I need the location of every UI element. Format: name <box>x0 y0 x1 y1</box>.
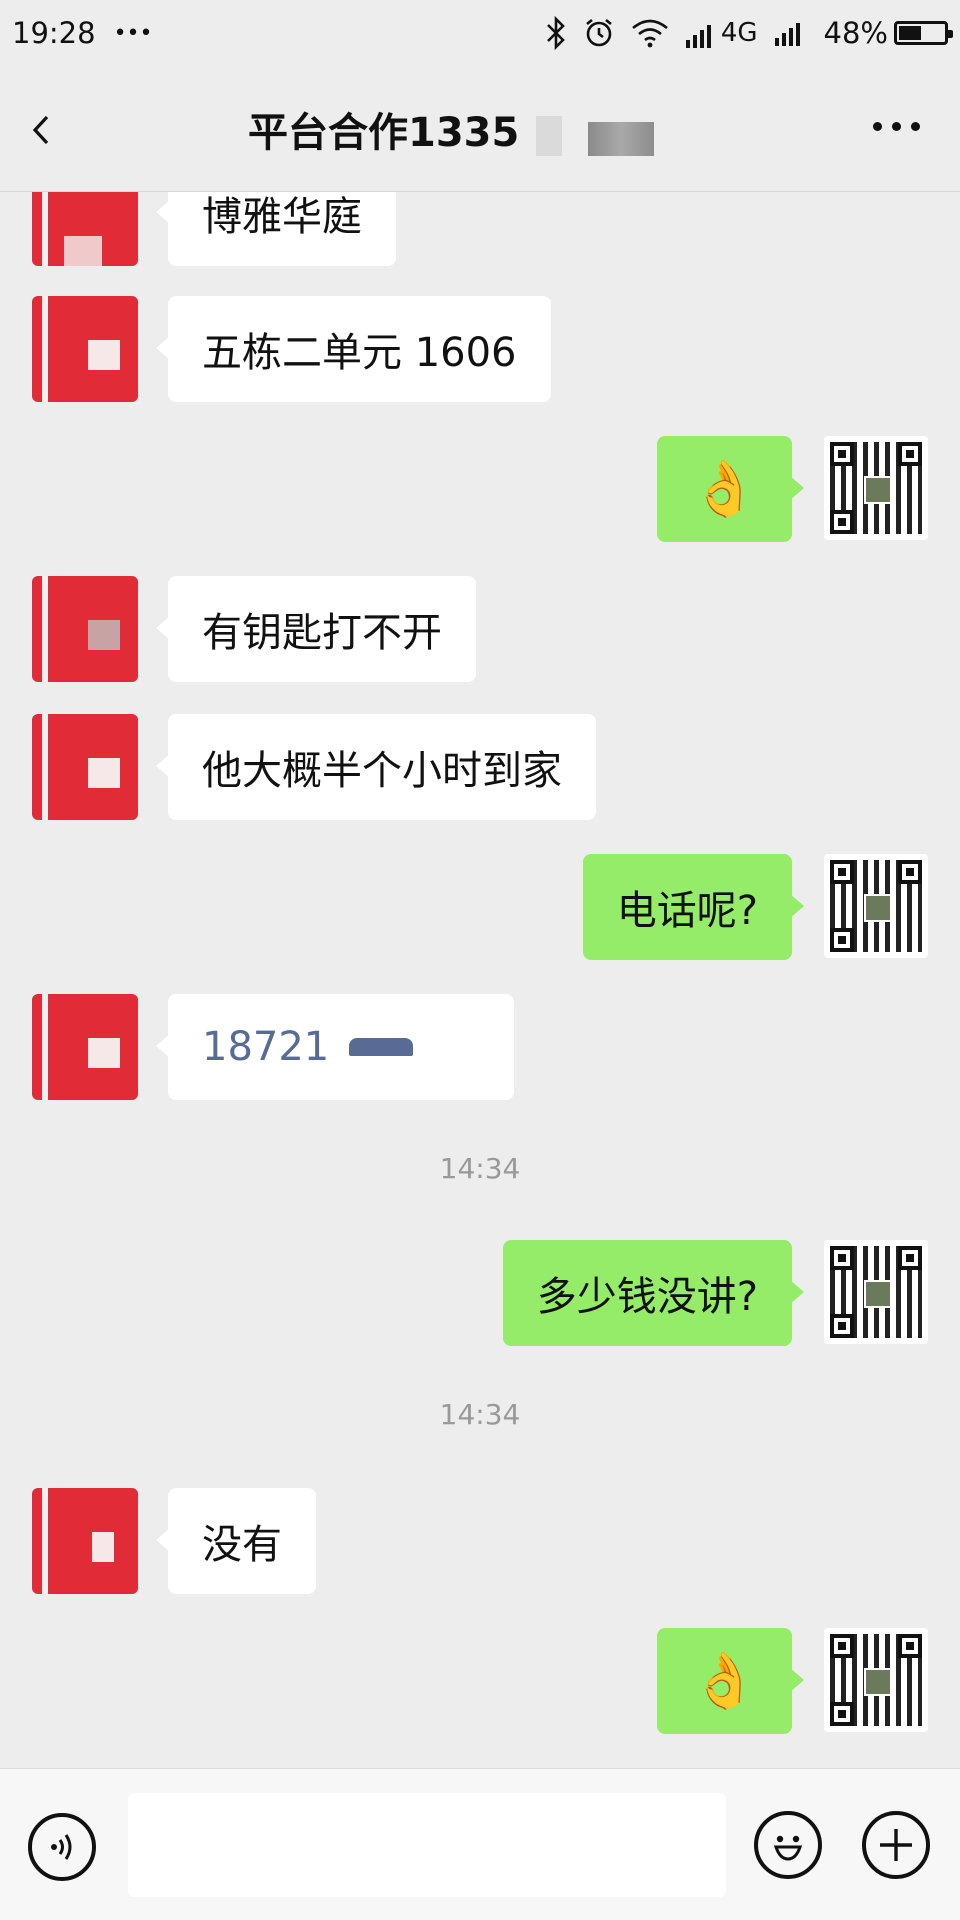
bluetooth-icon <box>546 16 565 50</box>
message-input[interactable] <box>128 1793 726 1897</box>
message-bubble[interactable]: 电话呢? <box>582 854 805 960</box>
message-bubble[interactable]: 👌 <box>656 436 805 542</box>
more-button[interactable] <box>873 122 920 131</box>
qr-code-icon <box>830 442 922 534</box>
contact-avatar[interactable] <box>32 1488 138 1594</box>
qr-code-icon <box>830 860 922 952</box>
my-avatar[interactable] <box>824 436 928 540</box>
battery-percent: 48% <box>823 16 888 50</box>
message-bubble[interactable]: 五栋二单元 1606 <box>156 296 551 402</box>
phone-redaction <box>349 1038 414 1056</box>
chevron-left-icon <box>32 115 49 145</box>
contact-avatar[interactable] <box>32 296 138 402</box>
signal-icon-1 <box>685 25 711 48</box>
message-bubble[interactable]: 博雅华庭 <box>156 192 396 266</box>
battery-icon <box>894 21 953 45</box>
contact-avatar[interactable] <box>32 576 138 682</box>
message-list[interactable]: 博雅华庭 五栋二单元 1606 👌 有钥匙打不开 他大概半个小时到家 电话呢? <box>0 192 960 1768</box>
input-bar <box>0 1768 960 1920</box>
qr-code-icon <box>830 1634 922 1726</box>
contact-avatar[interactable] <box>32 994 138 1100</box>
message-bubble[interactable]: 他大概半个小时到家 <box>156 714 596 820</box>
signal-icon-2 <box>774 23 800 46</box>
phone-number-link[interactable]: 18721 <box>202 1024 329 1070</box>
title-redaction <box>536 116 562 156</box>
message-bubble[interactable]: 多少钱没讲? <box>502 1240 805 1346</box>
message-bubble[interactable]: 没有 <box>156 1488 316 1594</box>
alarm-icon <box>586 18 612 47</box>
contact-avatar[interactable] <box>32 714 138 820</box>
plus-icon <box>880 1829 912 1861</box>
message-bubble[interactable]: 有钥匙打不开 <box>156 576 476 682</box>
emoji-icon <box>773 1835 803 1861</box>
title-redaction <box>588 122 654 156</box>
timestamp: 14:34 <box>439 1398 521 1431</box>
emoji-button[interactable] <box>754 1811 822 1879</box>
qr-code-icon <box>830 1246 922 1338</box>
chat-header: 平台合作1335 <box>0 66 960 192</box>
my-avatar[interactable] <box>824 1628 928 1732</box>
timestamp: 14:34 <box>439 1152 521 1185</box>
status-bar: 19:28 ••• 4G 48% <box>0 0 960 66</box>
network-type: 4G <box>720 18 758 48</box>
my-avatar[interactable] <box>824 1240 928 1344</box>
message-bubble[interactable]: 👌 <box>656 1628 805 1734</box>
contact-avatar[interactable] <box>32 192 138 266</box>
plus-button[interactable] <box>862 1811 930 1879</box>
my-avatar[interactable] <box>824 854 928 958</box>
wifi-icon <box>632 19 668 48</box>
status-time: 19:28 <box>12 16 96 50</box>
voice-icon <box>51 1834 72 1860</box>
message-bubble[interactable]: 18721 <box>156 994 514 1100</box>
more-icon <box>873 122 882 131</box>
chat-title: 平台合作1335 <box>248 110 520 156</box>
back-button[interactable] <box>30 102 80 158</box>
status-more-icon: ••• <box>113 20 153 46</box>
voice-button[interactable] <box>28 1813 96 1881</box>
